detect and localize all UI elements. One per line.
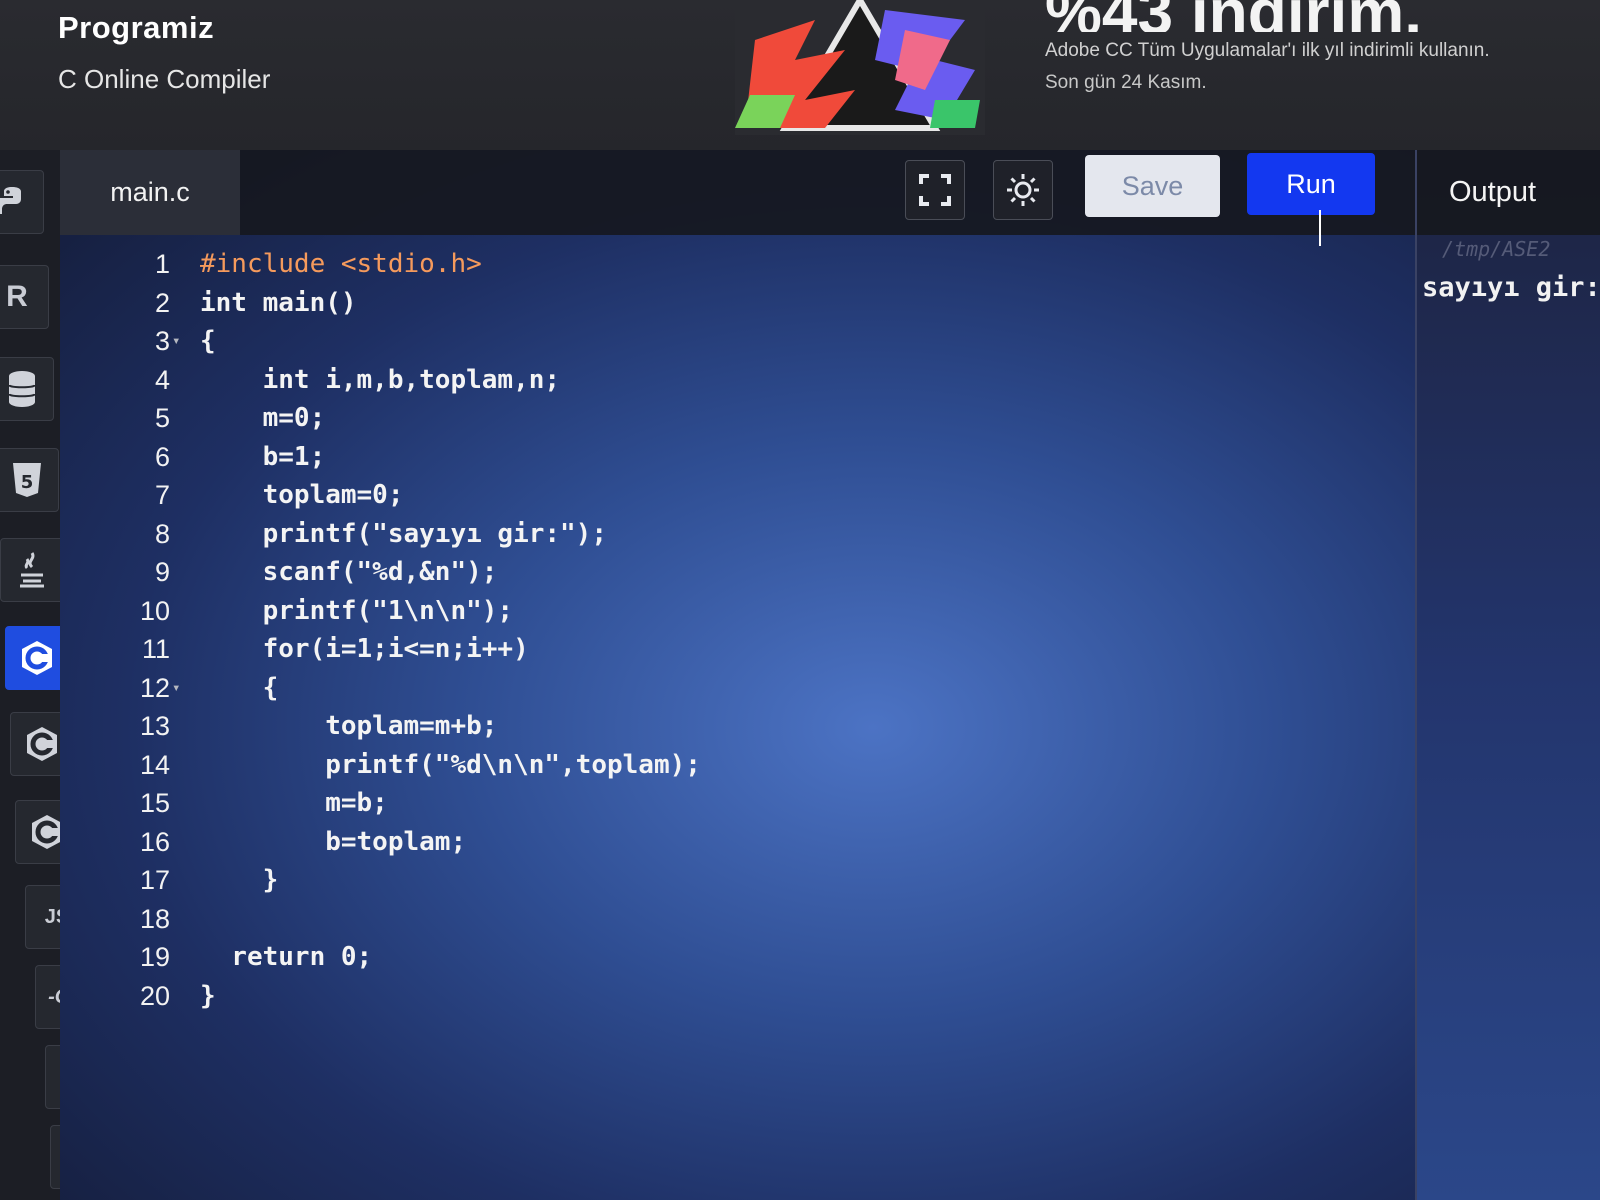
code-line[interactable]: 18 bbox=[100, 900, 1300, 939]
save-button[interactable]: Save bbox=[1085, 155, 1220, 217]
code-text: int i,m,b,toplam,n; bbox=[200, 364, 561, 395]
line-number: 6 bbox=[154, 441, 170, 472]
code-editor[interactable]: main.c Save Run 1 #include <stdio.h> 2 int … bbox=[60, 150, 1415, 1200]
code-line[interactable]: 3 { ▾ bbox=[100, 322, 1300, 361]
brand[interactable]: Programiz C Online Compiler bbox=[58, 10, 270, 95]
code-line[interactable]: 7 toplam=0; bbox=[100, 476, 1300, 515]
code-line[interactable]: 20} bbox=[100, 977, 1300, 1016]
code-line[interactable]: 6 b=1; bbox=[100, 438, 1300, 477]
code-line[interactable]: 9 scanf("%d,&n"); bbox=[100, 553, 1300, 592]
editor-toolbar: main.c Save Run bbox=[60, 150, 1415, 246]
line-number: 19 bbox=[139, 942, 170, 972]
line-number: 1 bbox=[154, 249, 170, 279]
code-text: m=0; bbox=[200, 403, 326, 433]
tab-main-c[interactable]: main.c bbox=[60, 150, 240, 235]
line-number: 10 bbox=[139, 595, 170, 626]
r-icon[interactable]: R bbox=[0, 265, 49, 329]
code-line[interactable]: 11 for(i=1;i<=n;i++) bbox=[100, 630, 1300, 669]
line-number: 15 bbox=[139, 788, 170, 818]
code-line[interactable]: 14 printf("%d\n\n",toplam); bbox=[100, 746, 1300, 785]
text-cursor-icon bbox=[1319, 210, 1321, 246]
code-line[interactable]: 1 #include <stdio.h> bbox=[100, 245, 1300, 284]
ad-line-2: Son gün 24 Kasım. bbox=[1045, 72, 1207, 93]
line-number: 13 bbox=[139, 711, 170, 741]
line-number: 16 bbox=[139, 826, 170, 857]
code-text: int main() bbox=[200, 287, 357, 318]
code-line[interactable]: 13 toplam=m+b; bbox=[100, 707, 1300, 746]
code-line[interactable]: 17 } bbox=[100, 861, 1300, 900]
ad-headline: %43 indirim. bbox=[1045, 0, 1490, 32]
code-text: for(i=1;i<=n;i++) bbox=[200, 634, 529, 664]
java-icon[interactable] bbox=[0, 538, 64, 602]
line-number: 7 bbox=[154, 480, 170, 510]
output-panel: Output /tmp/ASE2 sayıyı gir: bbox=[1415, 150, 1600, 1200]
code-text: toplam=m+b; bbox=[200, 711, 498, 741]
code-text: } bbox=[200, 980, 216, 1011]
code-text: b=toplam; bbox=[200, 826, 467, 857]
page-title: C Online Compiler bbox=[58, 64, 271, 94]
code-text: } bbox=[200, 865, 279, 895]
line-number: 20 bbox=[139, 980, 170, 1011]
line-number: 3 bbox=[154, 326, 170, 356]
line-number: 5 bbox=[154, 403, 170, 433]
code-text: toplam=0; bbox=[200, 480, 404, 510]
r-label: R bbox=[6, 280, 28, 313]
output-title: Output bbox=[1417, 150, 1600, 235]
svg-text:5: 5 bbox=[21, 472, 34, 493]
html5-icon[interactable]: 5 bbox=[0, 448, 59, 512]
code-text: { bbox=[200, 672, 279, 703]
line-number: 4 bbox=[154, 364, 170, 395]
line-number: 2 bbox=[154, 287, 170, 318]
code-line[interactable]: 16 b=toplam; bbox=[100, 823, 1300, 862]
output-console-text[interactable]: sayıyı gir: bbox=[1422, 272, 1600, 303]
ad-banner[interactable]: %43 indirim. Adobe CC Tüm Uygulamalar'ı … bbox=[1045, 0, 1490, 94]
code-line[interactable]: 5 m=0; bbox=[100, 399, 1300, 438]
code-text: printf("sayıyı gir:"); bbox=[200, 518, 607, 549]
output-path: /tmp/ASE2 bbox=[1442, 237, 1551, 261]
line-number: 8 bbox=[154, 518, 170, 549]
code-text: #include <stdio.h> bbox=[200, 249, 482, 279]
fold-arrow-icon[interactable]: ▾ bbox=[172, 669, 180, 708]
code-text: m=b; bbox=[200, 788, 388, 818]
theme-toggle-button[interactable] bbox=[993, 160, 1053, 220]
ad-line-1: Adobe CC Tüm Uygulamalar'ı ilk yıl indir… bbox=[1045, 40, 1490, 61]
fold-arrow-icon[interactable]: ▾ bbox=[172, 322, 180, 361]
code-line[interactable]: 10 printf("1\n\n"); bbox=[100, 592, 1300, 631]
code-line[interactable]: 19 return 0; bbox=[100, 938, 1300, 977]
code-text: printf("1\n\n"); bbox=[200, 595, 514, 626]
code-line[interactable]: 2 int main() bbox=[100, 284, 1300, 323]
code-line[interactable]: 4 int i,m,b,toplam,n; bbox=[100, 361, 1300, 400]
line-number: 11 bbox=[141, 634, 170, 664]
sun-icon bbox=[1007, 174, 1039, 206]
line-number: 17 bbox=[139, 865, 170, 895]
fullscreen-icon bbox=[919, 174, 951, 206]
line-number: 12 bbox=[139, 672, 170, 703]
code-line[interactable]: 8 printf("sayıyı gir:"); bbox=[100, 515, 1300, 554]
code-text: return 0; bbox=[200, 942, 373, 972]
site-header: Programiz C Online Compiler %43 indirim.… bbox=[0, 0, 1600, 150]
fullscreen-button[interactable] bbox=[905, 160, 965, 220]
database-icon[interactable] bbox=[0, 357, 54, 421]
code-text: { bbox=[200, 326, 216, 356]
ad-graphic-image[interactable] bbox=[735, 0, 985, 135]
line-number: 18 bbox=[139, 903, 170, 934]
code-text: b=1; bbox=[200, 441, 326, 472]
run-button[interactable]: Run bbox=[1247, 153, 1375, 215]
code-area[interactable]: 1 #include <stdio.h> 2 int main() 3{▾ 4 int i… bbox=[100, 245, 1300, 1015]
code-text: scanf("%d,&n"); bbox=[200, 557, 498, 587]
line-number: 9 bbox=[154, 557, 170, 587]
code-line[interactable]: 15 m=b; bbox=[100, 784, 1300, 823]
code-text: printf("%d\n\n",toplam); bbox=[200, 749, 701, 780]
python-icon[interactable] bbox=[0, 170, 44, 234]
line-number: 14 bbox=[139, 749, 170, 780]
code-line[interactable]: 12 { ▾ bbox=[100, 669, 1300, 708]
programiz-logo[interactable]: Programiz bbox=[58, 10, 270, 46]
